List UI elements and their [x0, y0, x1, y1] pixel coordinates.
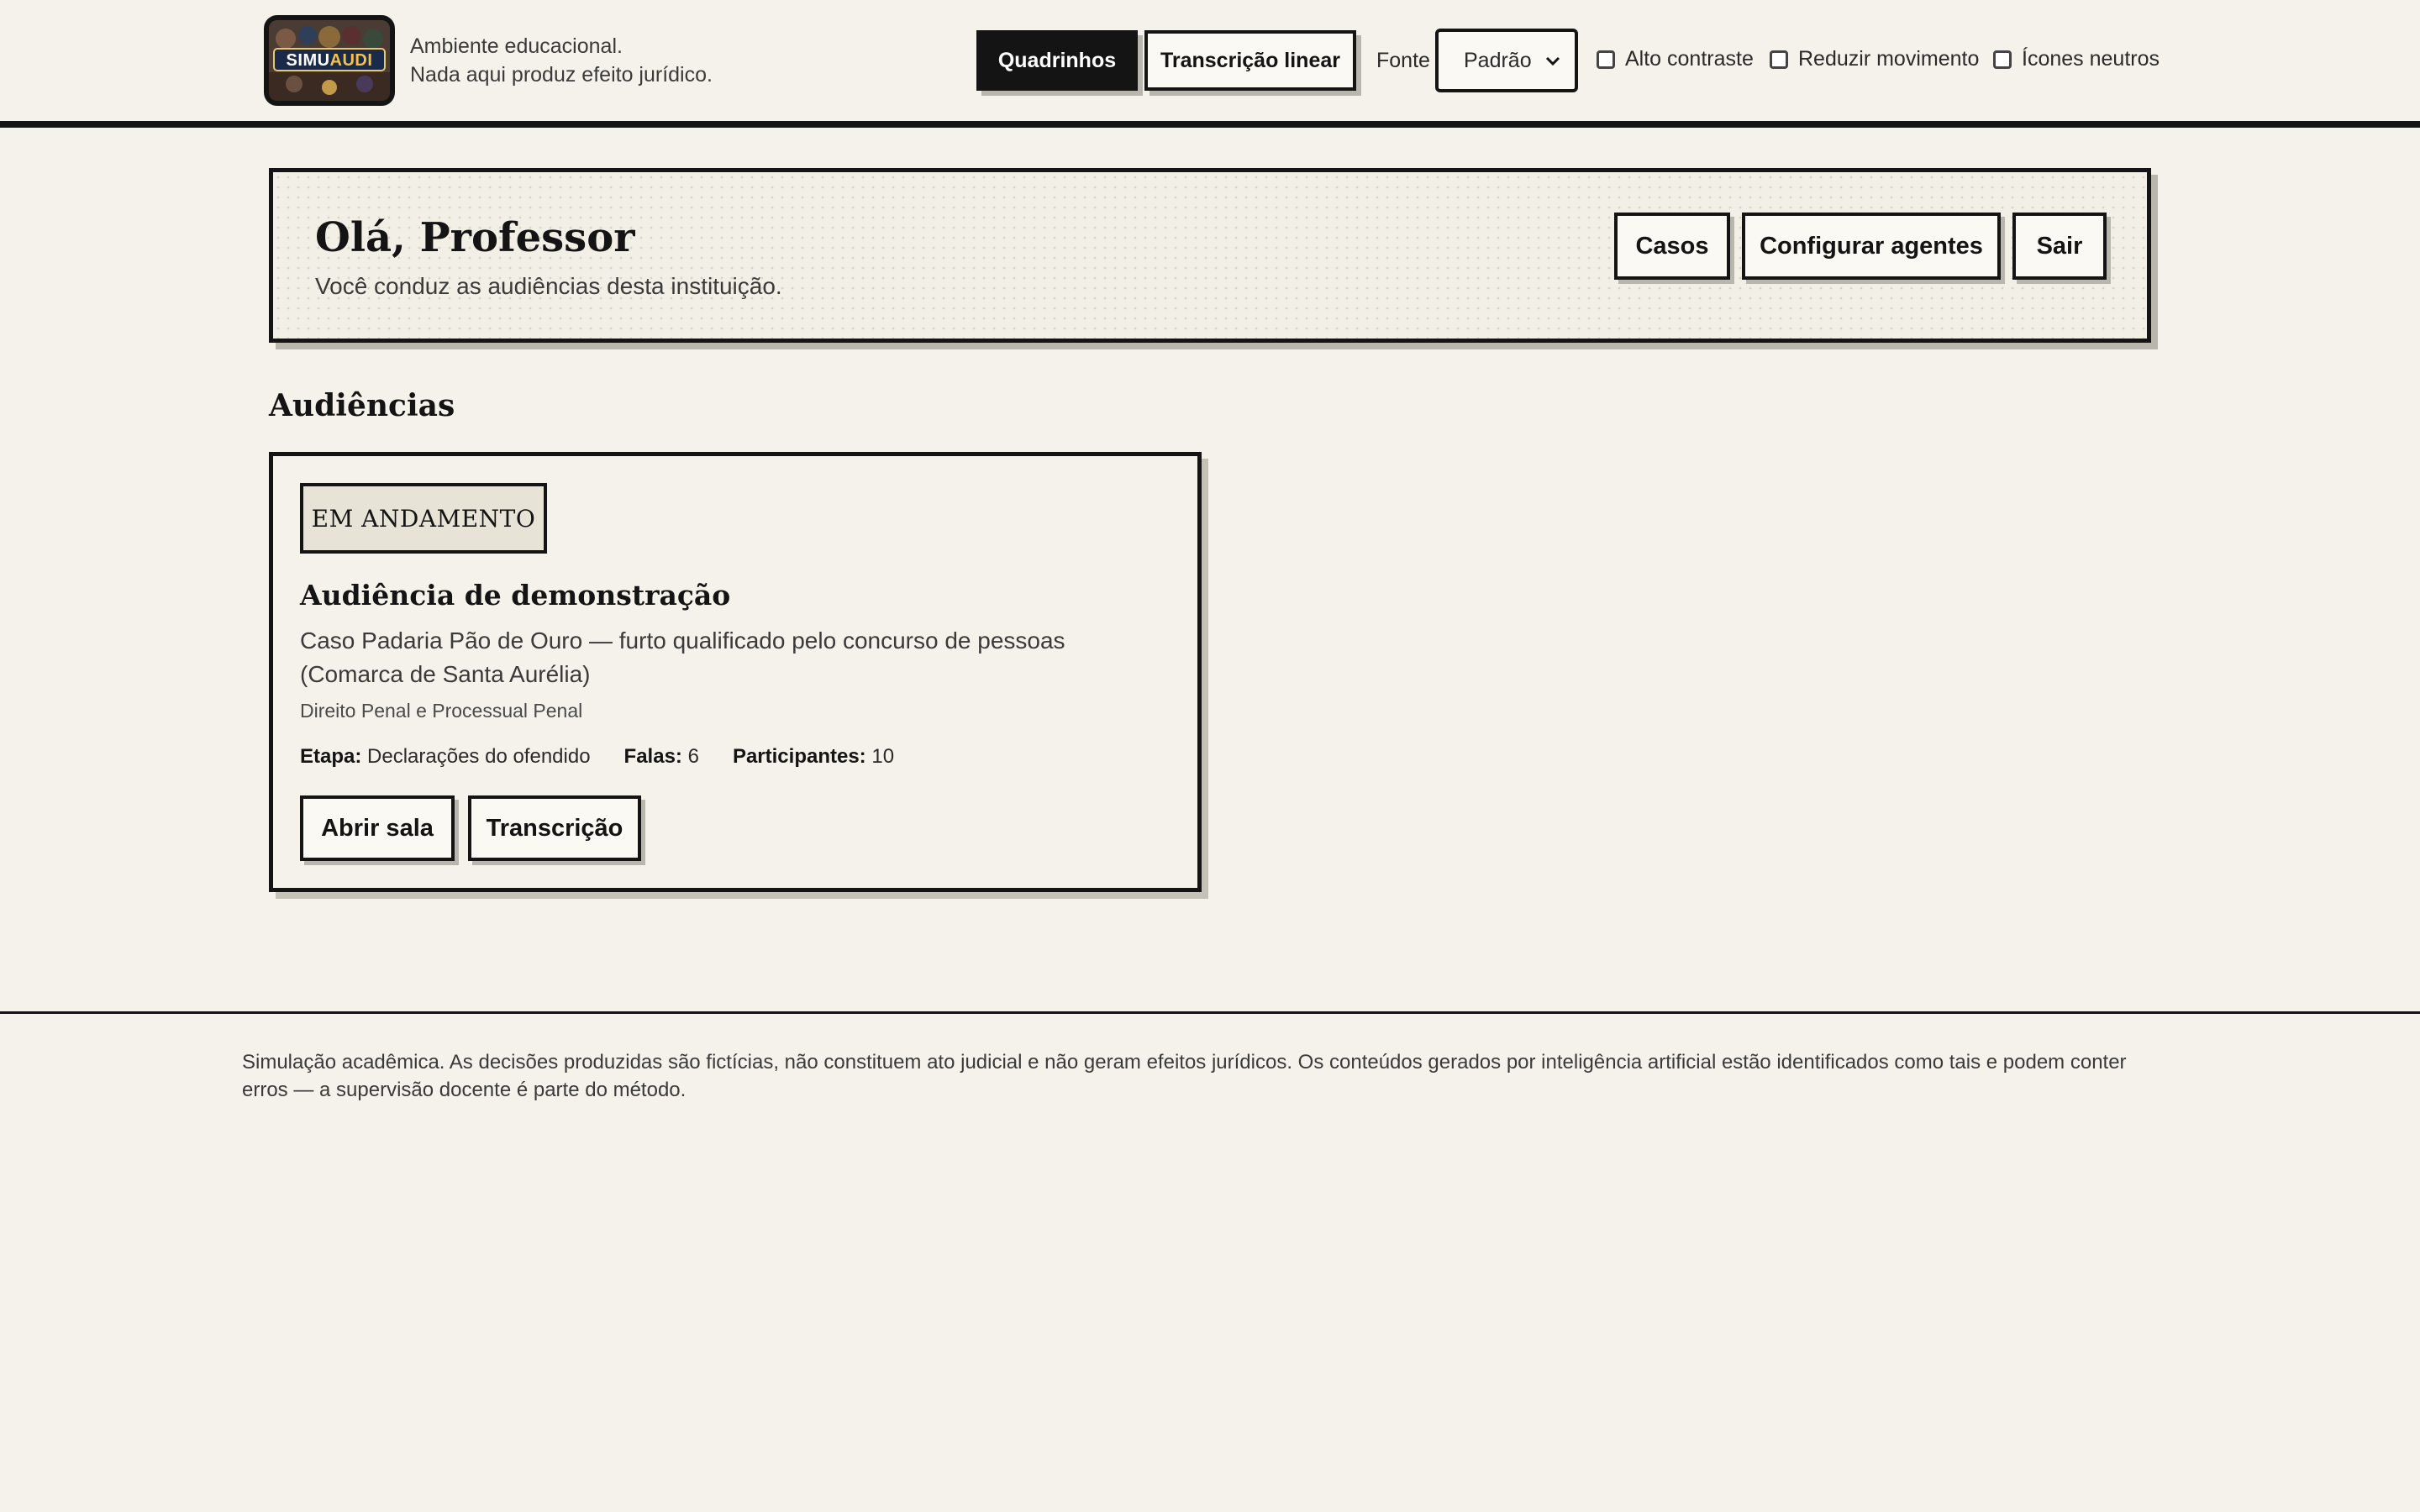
top-bar: SIMUAUDI Ambiente educacional. Nada aqui… — [0, 0, 2420, 128]
font-select[interactable]: Padrão — [1435, 29, 1578, 92]
meta-participants: Participantes: 10 — [733, 745, 894, 769]
logo-text-audi: AUDI — [329, 51, 373, 70]
logo[interactable]: SIMUAUDI — [264, 15, 395, 106]
disclaimer-line-1: Ambiente educacional. — [410, 34, 623, 58]
hearing-meta: Etapa: Declarações do ofendido Falas: 6 … — [300, 745, 928, 769]
meta-lines: Falas: 6 — [624, 745, 699, 769]
neutral-icons-label: Ícones neutros — [2022, 47, 2160, 71]
cases-button[interactable]: Casos — [1614, 213, 1730, 280]
reduce-motion-label: Reduzir movimento — [1798, 47, 1980, 71]
welcome-panel: Olá, Professor Você conduz as audiências… — [269, 168, 2151, 343]
meta-lines-label: Falas: — [623, 745, 682, 768]
meta-stage-value: Declarações do ofendido — [367, 745, 591, 768]
status-badge: EM ANDAMENTO — [300, 483, 547, 554]
reduce-motion-checkbox[interactable]: Reduzir movimento — [1770, 47, 1979, 71]
disclaimer-line-2: Nada aqui produz efeito jurídico. — [410, 63, 713, 87]
checkbox-box[interactable] — [1770, 50, 1788, 69]
configure-agents-button[interactable]: Configurar agentes — [1742, 213, 2001, 280]
welcome-subtitle: Você conduz as audiências desta institui… — [315, 273, 782, 299]
checkbox-box[interactable] — [1993, 50, 2012, 69]
high-contrast-checkbox[interactable]: Alto contraste — [1597, 47, 1754, 71]
mode-linear-transcript-button[interactable]: Transcrição linear — [1144, 30, 1356, 91]
meta-participants-value: 10 — [871, 745, 895, 768]
logout-button[interactable]: Sair — [2012, 213, 2107, 280]
checkbox-box[interactable] — [1597, 50, 1615, 69]
section-title: Audiências — [269, 388, 455, 423]
footer-divider — [0, 1011, 2420, 1014]
logo-text-simu: SIMU — [286, 51, 330, 70]
footer-disclaimer: Simulação acadêmica. As decisões produzi… — [242, 1051, 2127, 1101]
hearing-area: Direito Penal e Processual Penal — [300, 700, 583, 722]
transcript-button[interactable]: Transcrição — [468, 795, 641, 861]
high-contrast-label: Alto contraste — [1625, 47, 1754, 71]
environment-disclaimer: Ambiente educacional. Nada aqui produz e… — [410, 32, 713, 89]
logo-wordmark: SIMUAUDI — [269, 50, 390, 71]
open-room-button[interactable]: Abrir sala — [300, 795, 455, 861]
neutral-icons-checkbox[interactable]: Ícones neutros — [1993, 47, 2160, 71]
font-select-value: Padrão — [1464, 48, 1532, 72]
mode-comics-button[interactable]: Quadrinhos — [976, 30, 1138, 91]
meta-lines-value: 6 — [687, 745, 699, 768]
page-title: Olá, Professor — [315, 214, 635, 261]
meta-stage: Etapa: Declarações do ofendido — [300, 745, 591, 769]
chevron-down-icon — [1545, 56, 1560, 66]
hearing-card: EM ANDAMENTO Audiência de demonstração C… — [269, 452, 1202, 892]
hearing-description: Caso Padaria Pão de Ouro — furto qualifi… — [300, 627, 1065, 687]
meta-participants-label: Participantes: — [732, 745, 866, 768]
meta-stage-label: Etapa: — [300, 745, 362, 768]
font-label: Fonte — [1376, 49, 1430, 72]
hearing-title: Audiência de demonstração — [300, 579, 731, 612]
